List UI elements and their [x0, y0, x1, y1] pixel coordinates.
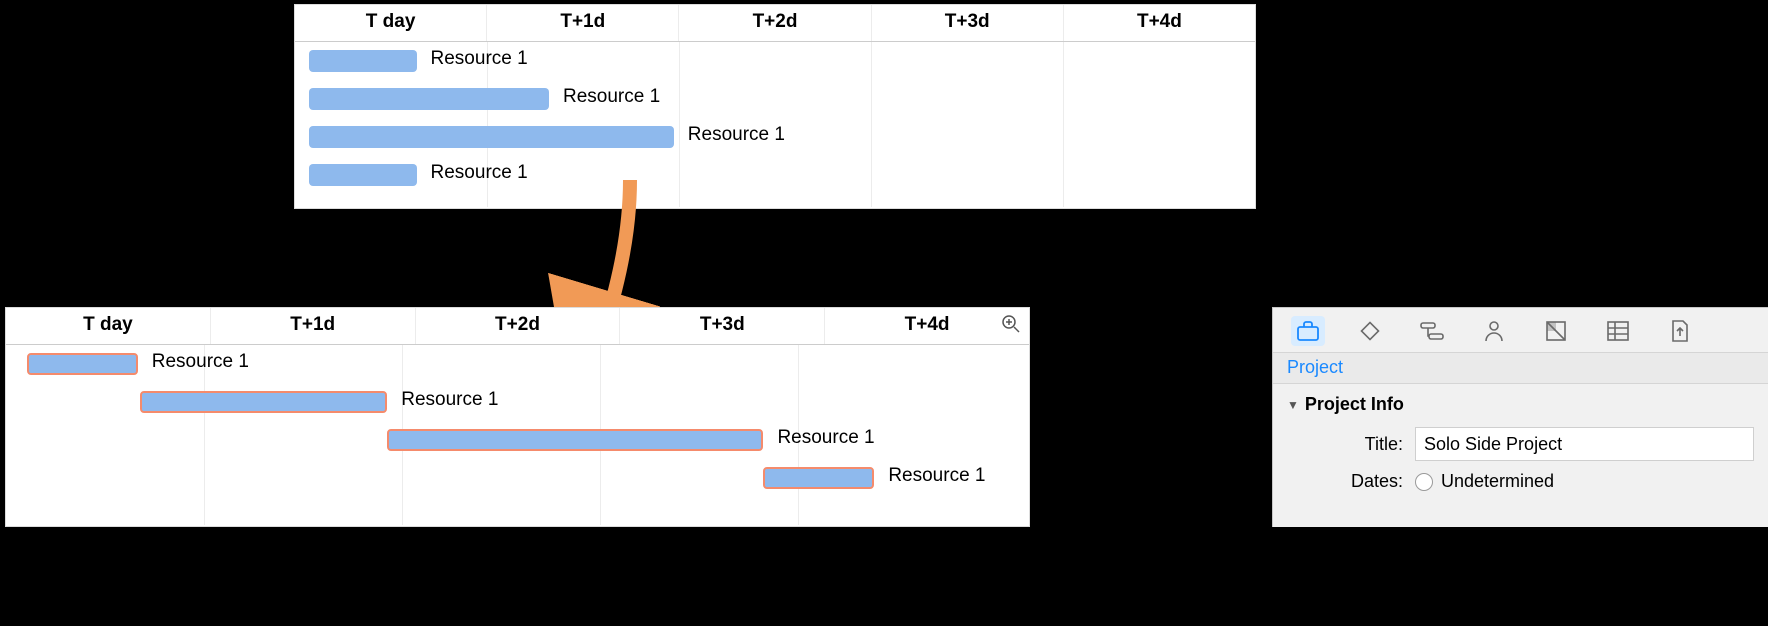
inspector-tab-bar — [1273, 308, 1768, 352]
task-bar[interactable] — [763, 467, 874, 489]
gantt-row: Resource 1 — [6, 421, 1029, 459]
task-bar-label: Resource 1 — [888, 465, 985, 487]
project-tab-icon[interactable] — [1291, 316, 1325, 346]
task-bar[interactable] — [387, 429, 763, 451]
timeline-header: T dayT+1dT+2dT+3dT+4d — [6, 308, 1029, 345]
task-bar[interactable] — [27, 353, 138, 375]
gantt-panel-after: T dayT+1dT+2dT+3dT+4d Resource 1Resource… — [5, 307, 1030, 527]
gantt-row: Resource 1 — [295, 42, 1255, 80]
task-bar-label: Resource 1 — [563, 86, 660, 108]
milestone-tab-icon[interactable] — [1353, 316, 1387, 346]
inspector-panel: Project ▼ Project Info Title: Dates: Und… — [1272, 307, 1768, 527]
timeline-column-header: T+1d — [211, 308, 416, 344]
custom-data-tab-icon[interactable] — [1601, 316, 1635, 346]
task-bar[interactable] — [309, 50, 417, 72]
disclosure-triangle-icon[interactable]: ▼ — [1287, 398, 1299, 412]
timeline-column-header: T+1d — [487, 5, 679, 41]
timeline-column-header: T+3d — [620, 308, 825, 344]
styles-tab-icon[interactable] — [1539, 316, 1573, 346]
zoom-in-icon[interactable] — [999, 312, 1023, 336]
gantt-panel-before: T dayT+1dT+2dT+3dT+4d Resource 1Resource… — [294, 4, 1256, 209]
gantt-row: Resource 1 — [6, 345, 1029, 383]
task-bar[interactable] — [309, 164, 417, 186]
timeline-header: T dayT+1dT+2dT+3dT+4d — [295, 5, 1255, 42]
task-bar-label: Resource 1 — [431, 162, 528, 184]
task-bar-label: Resource 1 — [777, 427, 874, 449]
inspector-section-title: Project — [1273, 352, 1768, 384]
task-bar-label: Resource 1 — [688, 124, 785, 146]
task-bar[interactable] — [309, 126, 674, 148]
task-bar[interactable] — [309, 88, 549, 110]
dates-label: Dates: — [1287, 471, 1415, 492]
timeline-column-header: T+2d — [416, 308, 621, 344]
gantt-body: Resource 1 Resource 1 Resource 1 Resource 1 — [6, 345, 1029, 525]
title-label: Title: — [1287, 434, 1415, 455]
project-info-header[interactable]: ▼ Project Info — [1287, 394, 1754, 415]
gantt-row: Resource 1 — [6, 459, 1029, 497]
task-bar[interactable] — [140, 391, 388, 413]
dates-undetermined-radio[interactable] — [1415, 473, 1433, 491]
export-tab-icon[interactable] — [1663, 316, 1697, 346]
gantt-row: Resource 1 — [6, 383, 1029, 421]
gantt-row: Resource 1 — [295, 156, 1255, 194]
timeline-column-header: T day — [6, 308, 211, 344]
task-tab-icon[interactable] — [1415, 316, 1449, 346]
timeline-column-header: T+4d — [1064, 5, 1255, 41]
task-bar-label: Resource 1 — [152, 351, 249, 373]
project-info-label: Project Info — [1305, 394, 1404, 415]
timeline-column-header: T+2d — [679, 5, 871, 41]
timeline-column-header: T+3d — [872, 5, 1064, 41]
task-bar-label: Resource 1 — [431, 48, 528, 70]
timeline-column-header: T day — [295, 5, 487, 41]
gantt-row: Resource 1 — [295, 118, 1255, 156]
dates-undetermined-label: Undetermined — [1441, 471, 1554, 492]
resource-tab-icon[interactable] — [1477, 316, 1511, 346]
gantt-body: Resource 1 Resource 1 Resource 1 Resource 1 — [295, 42, 1255, 207]
project-title-input[interactable] — [1415, 427, 1754, 461]
gantt-row: Resource 1 — [295, 80, 1255, 118]
task-bar-label: Resource 1 — [401, 389, 498, 411]
